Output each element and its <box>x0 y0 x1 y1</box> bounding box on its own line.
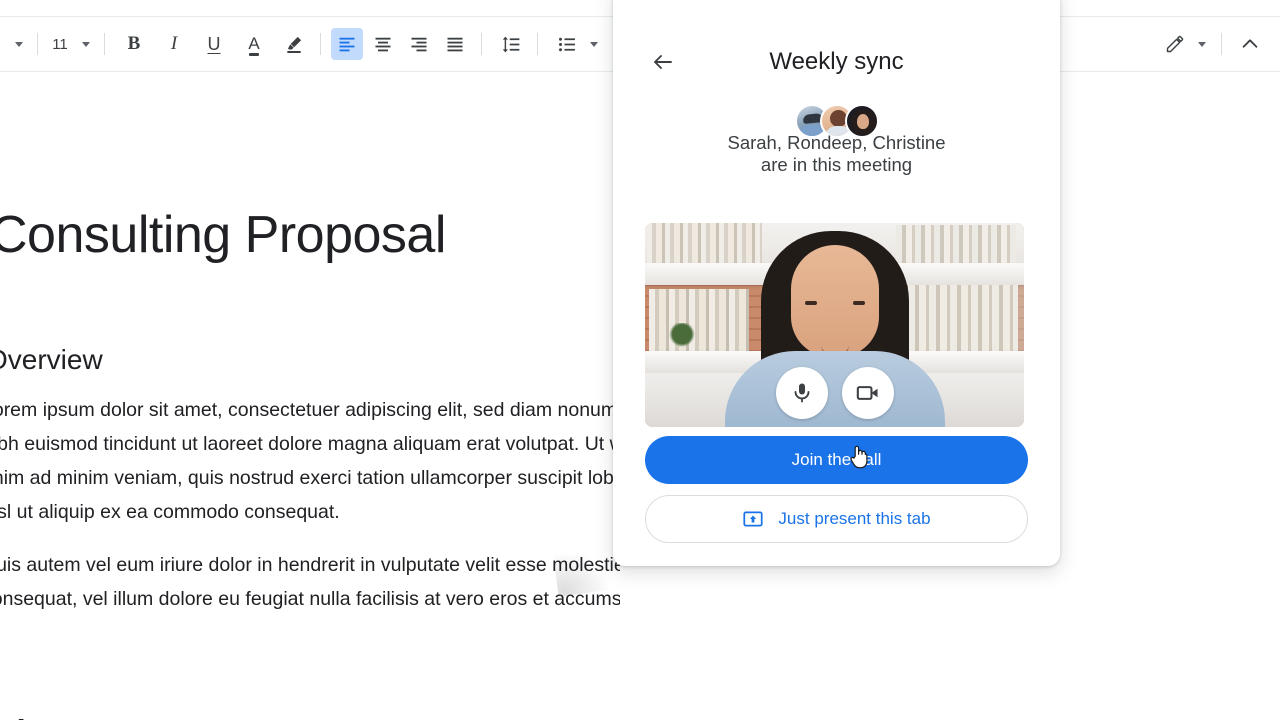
line-spacing-button[interactable] <box>495 28 527 60</box>
list-item: - <box>18 709 25 720</box>
participants-names: Sarah, Rondeep, Christine <box>727 132 946 153</box>
toolbar-divider <box>1221 33 1222 55</box>
bulleted-list-dropdown[interactable] <box>583 29 605 59</box>
editing-mode-dropdown[interactable] <box>1191 29 1213 59</box>
plant <box>669 323 695 351</box>
align-right-icon <box>409 34 429 54</box>
document-paragraph: Lorem ipsum dolor sit amet, consectetuer… <box>0 399 620 523</box>
justify-icon <box>445 34 465 54</box>
participants-status: are in this meeting <box>760 154 913 175</box>
document-canvas[interactable]: Consulting Proposal Overview Lorem ipsum… <box>0 73 620 720</box>
toolbar-divider <box>537 33 538 55</box>
microphone-icon <box>790 381 814 405</box>
underline-button[interactable]: U <box>198 28 230 60</box>
eye <box>852 301 865 305</box>
chevron-down-icon <box>1198 41 1206 47</box>
highlight-color-button[interactable] <box>278 28 310 60</box>
text-color-button[interactable]: A <box>238 28 270 60</box>
present-tab-label: Just present this tab <box>778 509 931 528</box>
books <box>908 285 1018 351</box>
paragraph-style-dropdown[interactable] <box>8 29 30 59</box>
italic-icon: I <box>170 33 178 54</box>
align-right-button[interactable] <box>403 28 435 60</box>
eye <box>804 301 817 305</box>
page-title: Consulting Proposal <box>0 206 446 264</box>
join-call-button[interactable]: Join the call <box>645 436 1028 484</box>
books <box>647 223 762 263</box>
underline-icon: U <box>207 33 221 54</box>
chevron-down-icon <box>590 41 598 47</box>
chevron-down-icon <box>15 41 23 47</box>
font-size-dropdown[interactable] <box>75 29 97 59</box>
present-tab-button[interactable]: Just present this tab <box>645 495 1028 543</box>
bold-icon: B <box>127 33 141 54</box>
meet-panel: Weekly sync Sarah, Rondeep, Christine ar… <box>613 0 1060 566</box>
pencil-icon <box>1165 34 1185 54</box>
italic-button[interactable]: I <box>158 28 190 60</box>
justify-button[interactable] <box>439 28 471 60</box>
bold-button[interactable]: B <box>118 28 150 60</box>
toolbar-divider <box>320 33 321 55</box>
toolbar-divider <box>104 33 105 55</box>
bulleted-list-icon <box>557 34 578 55</box>
video-camera-icon <box>855 380 881 406</box>
chevron-down-icon <box>82 41 90 47</box>
present-to-screen-icon <box>742 508 764 530</box>
participants-summary: Sarah, Rondeep, Christine are in this me… <box>613 132 1060 176</box>
books <box>896 225 1016 263</box>
editing-mode-button[interactable] <box>1159 28 1191 60</box>
align-center-button[interactable] <box>367 28 399 60</box>
font-size-value: 11 <box>52 35 68 53</box>
video-controls <box>645 367 1024 419</box>
collapse-toolbar-button[interactable] <box>1234 28 1266 60</box>
toolbar-divider <box>37 33 38 55</box>
align-center-icon <box>373 34 393 54</box>
align-left-button[interactable] <box>331 28 363 60</box>
line-spacing-icon <box>501 34 522 55</box>
camera-button[interactable] <box>841 367 894 419</box>
screen-root: 11 B I U A Consulting Proposal verview L… <box>0 0 1280 720</box>
video-preview[interactable] <box>645 223 1024 427</box>
microphone-button[interactable] <box>775 367 828 419</box>
text-color-icon: A <box>248 33 260 56</box>
section-heading: Overview <box>0 344 103 375</box>
books <box>649 289 749 351</box>
toolbar-divider <box>481 33 482 55</box>
document-paragraph: Duis autem vel eum iriure dolor in hendr… <box>0 554 620 610</box>
highlight-icon <box>284 34 304 54</box>
meet-panel-header: Weekly sync <box>613 0 1060 78</box>
font-size-control[interactable]: 11 <box>45 29 97 59</box>
bulleted-list-button[interactable] <box>551 28 583 60</box>
chevron-up-icon <box>1239 33 1261 55</box>
person-face <box>790 245 879 357</box>
align-left-icon <box>337 34 357 54</box>
meeting-title: Weekly sync <box>769 48 904 75</box>
